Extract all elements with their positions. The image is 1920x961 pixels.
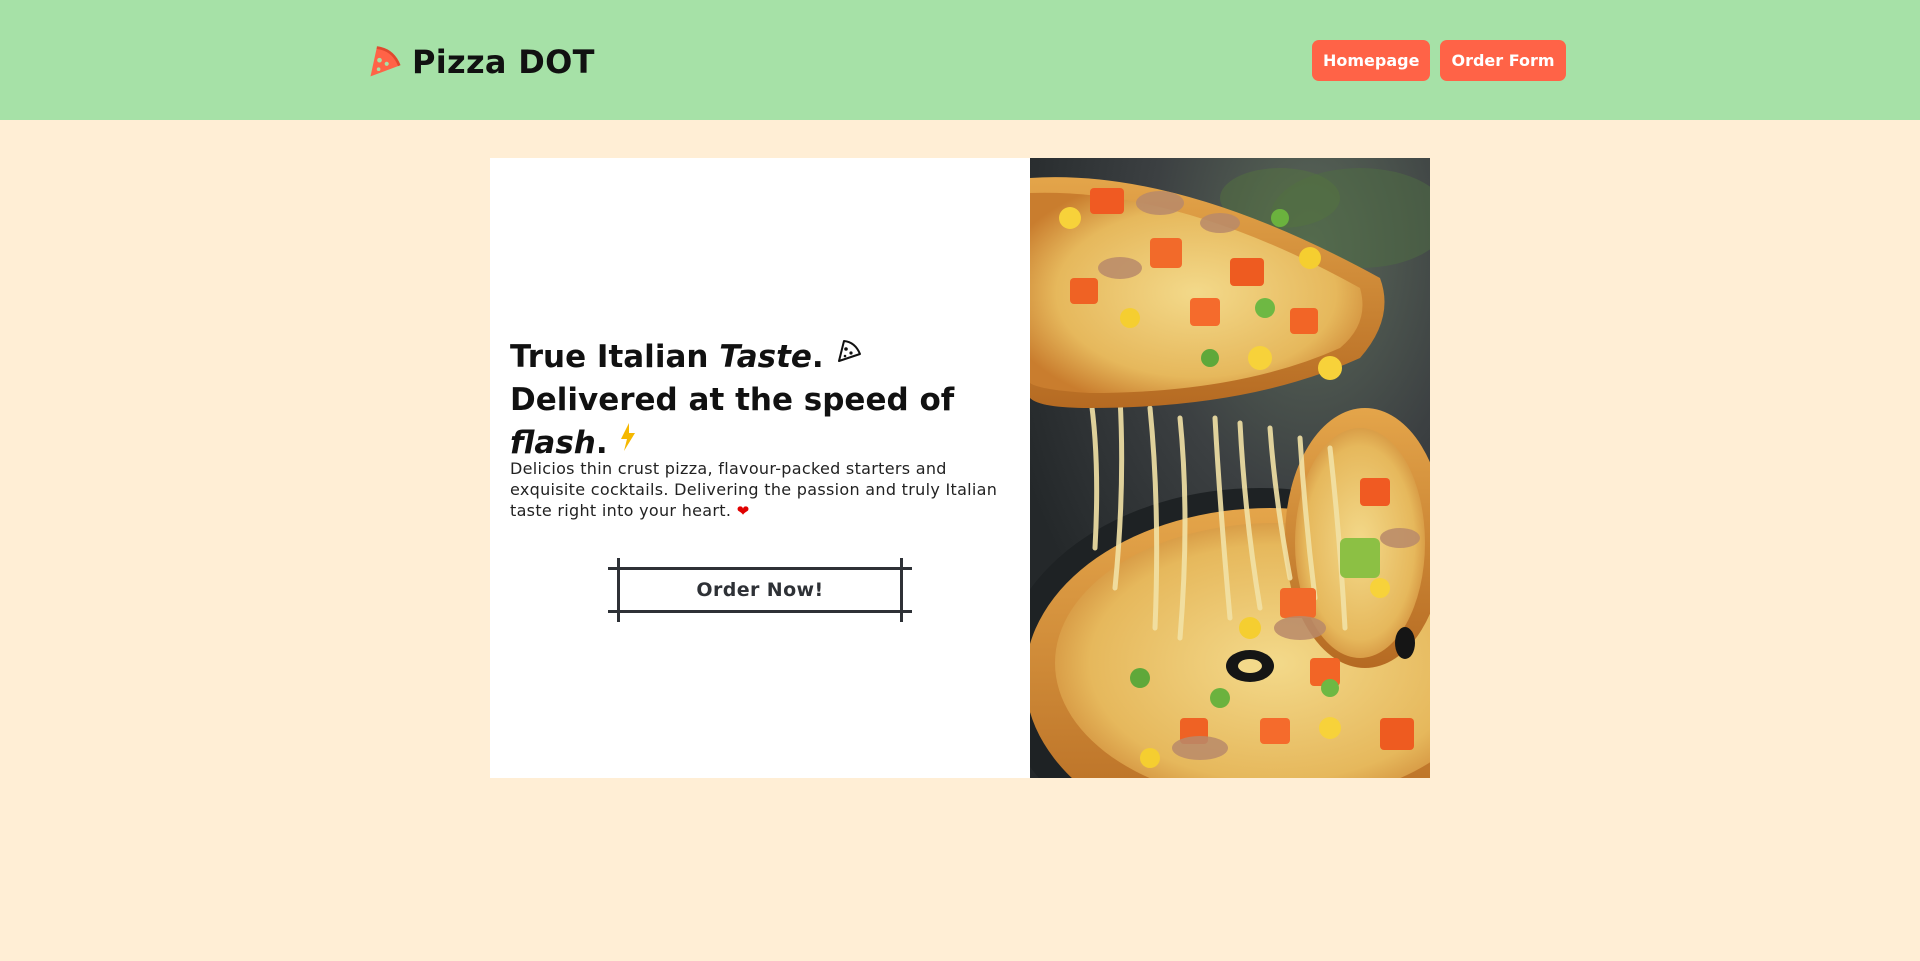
hero-section: True Italian Taste. Delivered at the spe… — [490, 158, 1430, 778]
title-text-3: Delivered at the speed of — [510, 382, 955, 418]
button-border-bottom — [608, 610, 912, 613]
pizza-slice-icon — [370, 46, 401, 77]
order-form-button[interactable]: Order Form — [1440, 40, 1566, 81]
title-text-2: . — [811, 339, 835, 375]
homepage-button[interactable]: Homepage — [1312, 40, 1431, 81]
heart-icon: ❤ — [736, 502, 750, 520]
nav-buttons: Homepage Order Form — [1312, 40, 1566, 81]
brand[interactable]: Pizza DOT — [366, 38, 595, 86]
brand-name: Pizza DOT — [412, 43, 595, 81]
pizza-slice-icon — [837, 339, 861, 362]
title-emphasis-taste: Taste — [719, 339, 812, 375]
order-now-label: Order Now! — [696, 579, 824, 601]
title-text-4: . — [595, 425, 619, 461]
title-emphasis-flash: flash — [510, 425, 596, 461]
navbar: Pizza DOT Homepage Order Form — [0, 0, 1920, 120]
description-text: Delicios thin crust pizza, flavour-packe… — [510, 459, 998, 520]
hero-content: True Italian Taste. Delivered at the spe… — [490, 158, 1030, 778]
hero-description: Delicios thin crust pizza, flavour-packe… — [510, 458, 1010, 522]
pizza-image — [1030, 158, 1430, 778]
hero-title: True Italian Taste. Delivered at the spe… — [510, 336, 1020, 465]
lightning-bolt-icon — [621, 422, 636, 451]
order-now-button[interactable]: Order Now! — [608, 558, 912, 622]
title-text-1: True Italian — [510, 339, 720, 375]
